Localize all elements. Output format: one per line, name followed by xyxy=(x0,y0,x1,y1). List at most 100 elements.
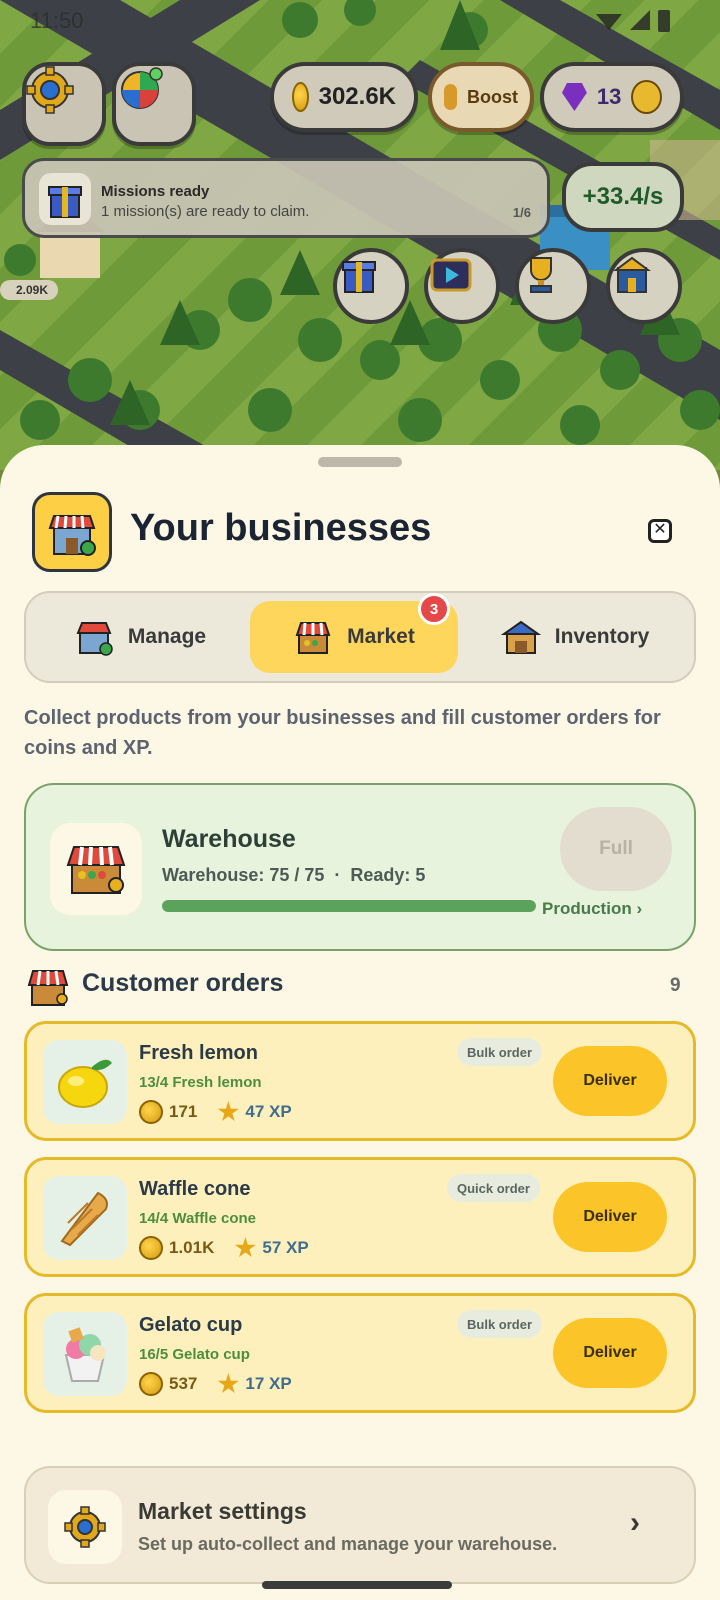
market-notification-badge: 3 xyxy=(418,593,450,625)
chevron-right-icon: › xyxy=(630,1506,640,1539)
order-type-tag: Quick order xyxy=(447,1174,540,1202)
gift-icon xyxy=(39,173,91,225)
market-stall-icon xyxy=(50,823,142,915)
gelato-cup-icon xyxy=(43,1312,127,1396)
shop-icon xyxy=(32,492,112,572)
gem-icon xyxy=(562,83,587,111)
coin-icon xyxy=(292,82,309,112)
gift-box-icon xyxy=(342,261,376,293)
tab-inventory-label: Inventory xyxy=(554,625,650,648)
achievements-button[interactable] xyxy=(515,248,591,324)
market-settings-card[interactable]: Market settings Set up auto-collect and … xyxy=(24,1466,696,1584)
video-ad-button[interactable] xyxy=(424,248,500,324)
tab-manage[interactable]: Manage xyxy=(34,601,246,673)
income-rate: +33.4/s xyxy=(562,162,684,232)
warehouse-status: Warehouse: 75 / 75 · Ready: 5 xyxy=(162,865,426,885)
boost-label: Boost xyxy=(467,86,518,107)
order-name: Waffle cone xyxy=(139,1178,251,1200)
order-card: Waffle cone 14/4 Waffle cone 1.01K 57 XP… xyxy=(24,1157,696,1277)
missions-subtitle: 1 mission(s) are ready to claim. xyxy=(101,203,310,220)
status-bar: 11:50 xyxy=(0,0,720,40)
wheel-icon xyxy=(121,67,163,109)
warehouse-full-button[interactable]: Full xyxy=(560,807,672,891)
gifts-button[interactable] xyxy=(333,248,409,324)
order-coin-reward: 171 xyxy=(169,1102,198,1121)
businesses-sheet: Your businesses ✕ Manage Market 3 Invent… xyxy=(0,445,720,1600)
status-icons xyxy=(596,10,670,32)
gear-icon xyxy=(48,1490,122,1564)
boost-button[interactable]: Boost xyxy=(428,62,534,132)
order-type-tag: Bulk order xyxy=(457,1310,543,1338)
order-rewards: 171 47 XP xyxy=(139,1100,292,1124)
trophy-icon xyxy=(530,257,552,293)
order-card: Gelato cup 16/5 Gelato cup 537 17 XP Bul… xyxy=(24,1293,696,1413)
tab-inventory[interactable]: Inventory xyxy=(462,601,688,673)
leaderboard-button[interactable] xyxy=(606,248,682,324)
spin-wheel-button[interactable] xyxy=(112,62,196,146)
market-description: Collect products from your businesses an… xyxy=(24,707,661,759)
city-map-background[interactable]: 11:50 302.6K Boost 13 Missions ready 1 m… xyxy=(0,0,720,470)
order-progress: 14/4 Waffle cone xyxy=(139,1210,256,1227)
xp-star-icon xyxy=(217,1101,239,1122)
signal-icon xyxy=(630,10,650,30)
home-indicator[interactable] xyxy=(262,1581,452,1589)
warehouse-card: Warehouse Warehouse: 75 / 75 · Ready: 5 … xyxy=(24,783,696,951)
coin-balance-value: 302.6K xyxy=(318,83,396,110)
tab-market[interactable]: Market 3 xyxy=(250,593,458,673)
coin-balance[interactable]: 302.6K xyxy=(270,62,418,132)
deliver-button[interactable]: Deliver xyxy=(553,1182,667,1252)
video-play-icon xyxy=(430,258,472,292)
sheet-drag-handle[interactable] xyxy=(318,457,402,467)
order-coin-reward: 537 xyxy=(169,1374,198,1393)
sheet-title: Your businesses xyxy=(130,507,432,549)
order-xp-reward: 17 XP xyxy=(245,1374,292,1393)
business-tabs: Manage Market 3 Inventory xyxy=(24,591,696,683)
order-coin-reward: 1.01K xyxy=(169,1238,215,1257)
order-name: Fresh lemon xyxy=(139,1042,258,1064)
order-rewards: 537 17 XP xyxy=(139,1372,292,1396)
missions-count: 1/6 xyxy=(512,205,531,220)
order-progress: 16/5 Gelato cup xyxy=(139,1346,250,1363)
warehouse-icon xyxy=(500,620,541,654)
palace-icon xyxy=(613,256,651,293)
tab-manage-label: Manage xyxy=(127,625,207,648)
map-building-value: 2.09K xyxy=(0,280,59,300)
lemon-icon xyxy=(43,1040,127,1124)
order-rewards: 1.01K 57 XP xyxy=(139,1236,309,1260)
coin-icon xyxy=(139,1236,163,1260)
missions-banner[interactable]: Missions ready 1 mission(s) are ready to… xyxy=(22,158,550,238)
market-stall-icon xyxy=(295,622,331,654)
order-xp-reward: 47 XP xyxy=(245,1102,292,1121)
warehouse-capacity-bar xyxy=(162,900,536,912)
production-link[interactable]: Production › xyxy=(542,899,642,919)
order-name: Gelato cup xyxy=(139,1314,243,1336)
order-progress: 13/4 Fresh lemon xyxy=(139,1074,262,1091)
coin-icon xyxy=(139,1372,163,1396)
missions-title: Missions ready xyxy=(101,183,210,200)
warehouse-title: Warehouse xyxy=(162,825,296,853)
wifi-icon xyxy=(596,14,622,30)
market-settings-title: Market settings xyxy=(138,1498,307,1524)
shop-icon xyxy=(76,622,113,656)
status-time: 11:50 xyxy=(30,8,84,33)
tab-market-label: Market xyxy=(347,625,415,648)
order-xp-reward: 57 XP xyxy=(262,1238,309,1257)
order-card: Fresh lemon 13/4 Fresh lemon 171 47 XP B… xyxy=(24,1021,696,1141)
customer-orders-count: 9 xyxy=(670,975,681,996)
waffle-cone-icon xyxy=(43,1176,127,1260)
coin-icon xyxy=(139,1100,163,1124)
add-gems-icon[interactable] xyxy=(631,80,662,114)
gem-balance[interactable]: 13 xyxy=(540,62,684,132)
settings-button[interactable] xyxy=(22,62,106,146)
xp-star-icon xyxy=(234,1237,256,1258)
deliver-button[interactable]: Deliver xyxy=(553,1046,667,1116)
money-bag-icon xyxy=(444,84,457,110)
xp-star-icon xyxy=(217,1373,239,1394)
deliver-button[interactable]: Deliver xyxy=(553,1318,667,1388)
order-type-tag: Bulk order xyxy=(457,1038,543,1066)
battery-icon xyxy=(658,10,670,32)
close-button[interactable]: ✕ xyxy=(648,519,672,543)
gear-icon xyxy=(26,66,74,114)
gem-balance-value: 13 xyxy=(596,84,622,109)
warehouse-capacity-fill xyxy=(162,900,536,912)
